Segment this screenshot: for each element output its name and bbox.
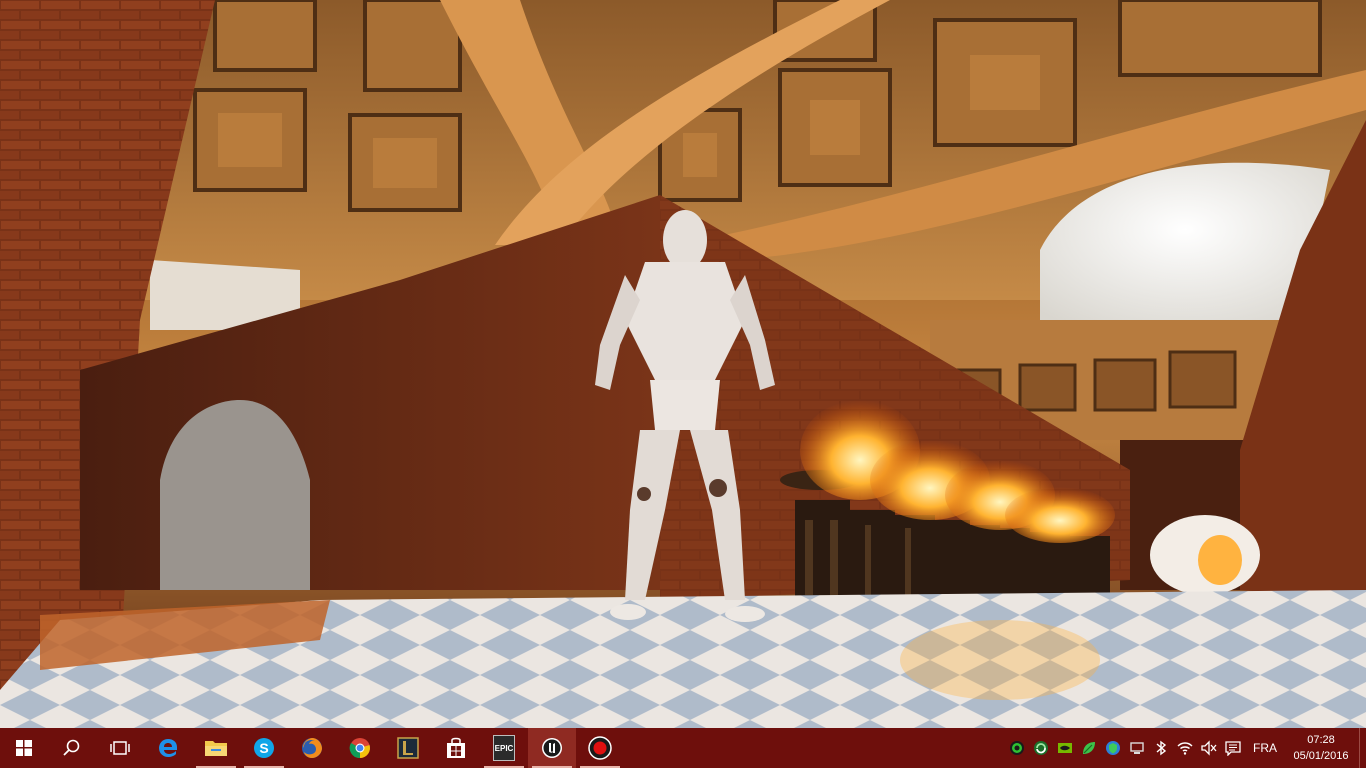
store-button[interactable] — [432, 728, 480, 768]
bluetooth-icon[interactable] — [1149, 728, 1173, 768]
search-button[interactable] — [48, 728, 96, 768]
chrome-button[interactable] — [336, 728, 384, 768]
store-icon — [444, 736, 468, 760]
epic-games-launcher-button[interactable]: EPIC — [480, 728, 528, 768]
record-icon — [588, 736, 612, 760]
taskbar: S EPIC FRA 07:28 05/01/2016 — [0, 728, 1366, 768]
recorder-button[interactable] — [576, 728, 624, 768]
search-icon — [60, 736, 84, 760]
game-scene — [0, 0, 1366, 728]
unreal-engine-button[interactable] — [528, 728, 576, 768]
skype-icon: S — [252, 736, 276, 760]
league-of-legends-button[interactable] — [384, 728, 432, 768]
game-viewport[interactable] — [0, 0, 1366, 728]
notification-icon[interactable] — [1221, 728, 1245, 768]
windows-logo-icon — [12, 736, 36, 760]
task-view-button[interactable] — [96, 728, 144, 768]
input-language-indicator[interactable]: FRA — [1245, 741, 1285, 755]
league-of-legends-icon — [396, 736, 420, 760]
razer-icon[interactable] — [1005, 728, 1029, 768]
svg-text:S: S — [259, 740, 268, 756]
folder-icon — [204, 736, 228, 760]
sync-icon[interactable] — [1029, 728, 1053, 768]
system-tray: FRA 07:28 05/01/2016 — [1005, 728, 1366, 768]
clock-date: 05/01/2016 — [1293, 750, 1349, 762]
chrome-icon — [348, 736, 372, 760]
leaf-icon[interactable] — [1077, 728, 1101, 768]
nvidia-icon[interactable] — [1053, 728, 1077, 768]
clock[interactable]: 07:28 05/01/2016 — [1285, 732, 1359, 764]
volume-muted-icon[interactable] — [1197, 728, 1221, 768]
edge-button[interactable] — [144, 728, 192, 768]
network-device-icon[interactable] — [1125, 728, 1149, 768]
wifi-icon[interactable] — [1173, 728, 1197, 768]
clock-time: 07:28 — [1307, 734, 1335, 746]
firefox-button[interactable] — [288, 728, 336, 768]
shield-icon[interactable] — [1101, 728, 1125, 768]
epic-games-icon: EPIC — [493, 735, 515, 761]
skype-button[interactable]: S — [240, 728, 288, 768]
file-explorer-button[interactable] — [192, 728, 240, 768]
unreal-engine-icon — [540, 736, 564, 760]
show-desktop-button[interactable] — [1359, 728, 1366, 768]
firefox-icon — [300, 736, 324, 760]
start-button[interactable] — [0, 728, 48, 768]
epic-label: EPIC — [494, 743, 514, 753]
task-view-icon — [108, 736, 132, 760]
edge-icon — [156, 736, 180, 760]
